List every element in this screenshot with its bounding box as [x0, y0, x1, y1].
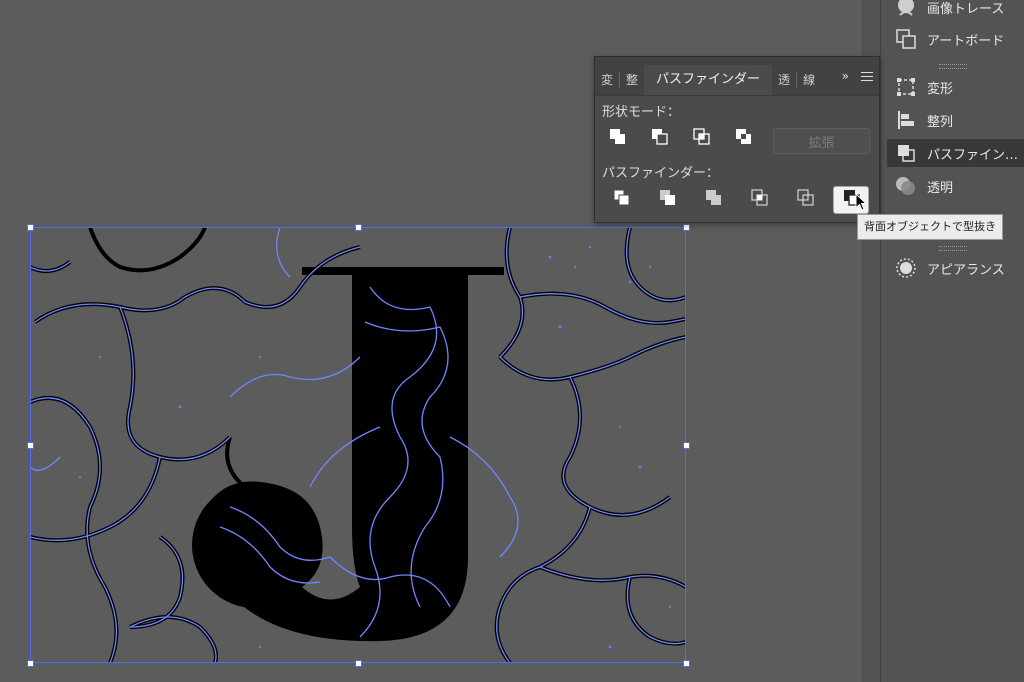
selection-handle-top[interactable] [355, 224, 362, 231]
panel-menu-icon[interactable] [861, 69, 873, 84]
dock-grip[interactable] [939, 246, 967, 251]
image-trace-icon [895, 0, 917, 18]
dock-item-transform[interactable]: 変形 [881, 73, 1024, 101]
dock-item-align[interactable]: 整列 [881, 106, 1024, 134]
cracks-and-letter [30, 227, 686, 663]
dock-item-pathfinder[interactable]: パスファイン… [887, 139, 1024, 167]
exclude-icon [734, 127, 754, 151]
dock-grip[interactable] [939, 64, 967, 69]
intersect-icon [692, 127, 712, 151]
dock-item-label: 画像トレース [927, 1, 1005, 17]
transform-icon [895, 76, 917, 98]
selection-handle-bottom-right[interactable] [683, 660, 690, 667]
trim-icon [658, 188, 678, 212]
mouse-cursor-icon [855, 193, 868, 211]
shape-modes-label: 形状モード： [602, 105, 681, 120]
minus-front-icon [650, 127, 670, 151]
crop-icon [750, 188, 770, 212]
minus-front-button[interactable] [647, 127, 673, 151]
tab-stroke[interactable]: 線 [797, 65, 821, 95]
align-icon [895, 109, 917, 131]
intersect-button[interactable] [689, 127, 715, 151]
artboard-icon [895, 28, 917, 50]
dock-item-label: 変形 [927, 81, 954, 97]
tab-pathfinder[interactable]: パスファインダー [644, 65, 773, 95]
selection-handle-top-right[interactable] [683, 224, 690, 231]
pathfinders-label: パスファインダー： [602, 166, 720, 181]
panel-dock: 画像トレース アートボード 変形 整列 パスファイン… 透明 アピアランス [880, 0, 1024, 682]
outline-icon [796, 188, 816, 212]
selection-handle-right[interactable] [683, 442, 690, 449]
selection-handle-top-left[interactable] [27, 224, 34, 231]
cracked-letter-artwork[interactable] [27, 224, 690, 667]
tab-align[interactable]: 整 [620, 65, 644, 95]
pathfinder-panel: 変 整 パスファインダー 透 線 » 形状モード： 拡張 パスファインダー： [594, 56, 880, 223]
outline-button[interactable] [793, 188, 819, 212]
divide-icon [612, 188, 632, 212]
tab-transform[interactable]: 変 [595, 65, 619, 95]
dock-item-label: 整列 [927, 114, 954, 130]
dock-item-appearance[interactable]: アピアランス [881, 254, 1024, 282]
selection-handle-left[interactable] [27, 442, 34, 449]
transparency-icon [895, 175, 917, 197]
letter-j-shape [192, 267, 504, 642]
trim-button[interactable] [655, 188, 681, 212]
crop-button[interactable] [747, 188, 773, 212]
dock-item-image-trace[interactable]: 画像トレース [881, 0, 1024, 21]
tooltip: 背面オブジェクトで型抜き [857, 214, 1003, 240]
dock-item-artboard[interactable]: アートボード [881, 25, 1024, 53]
exclude-button[interactable] [731, 127, 757, 151]
unite-button[interactable] [605, 127, 631, 151]
dock-item-label: 透明 [927, 180, 954, 196]
dock-item-label: アピアランス [927, 262, 1005, 278]
selection-handle-bottom-left[interactable] [27, 660, 34, 667]
dock-item-label: パスファイン… [927, 147, 1019, 163]
merge-button[interactable] [701, 188, 727, 212]
merge-icon [704, 188, 724, 212]
tab-transparency[interactable]: 透 [772, 65, 796, 95]
dock-item-transparency[interactable]: 透明 [881, 172, 1024, 200]
pathfinder-icon [895, 142, 917, 164]
expand-button[interactable]: 拡張 [773, 128, 870, 154]
more-tabs-icon[interactable]: » [842, 69, 849, 83]
unite-icon [608, 127, 628, 151]
selection-handle-bottom[interactable] [355, 660, 362, 667]
dock-item-label: アートボード [927, 33, 1005, 49]
panel-tab-bar: 変 整 パスファインダー 透 線 » [595, 57, 879, 96]
appearance-icon [895, 257, 917, 279]
divide-button[interactable] [609, 188, 635, 212]
